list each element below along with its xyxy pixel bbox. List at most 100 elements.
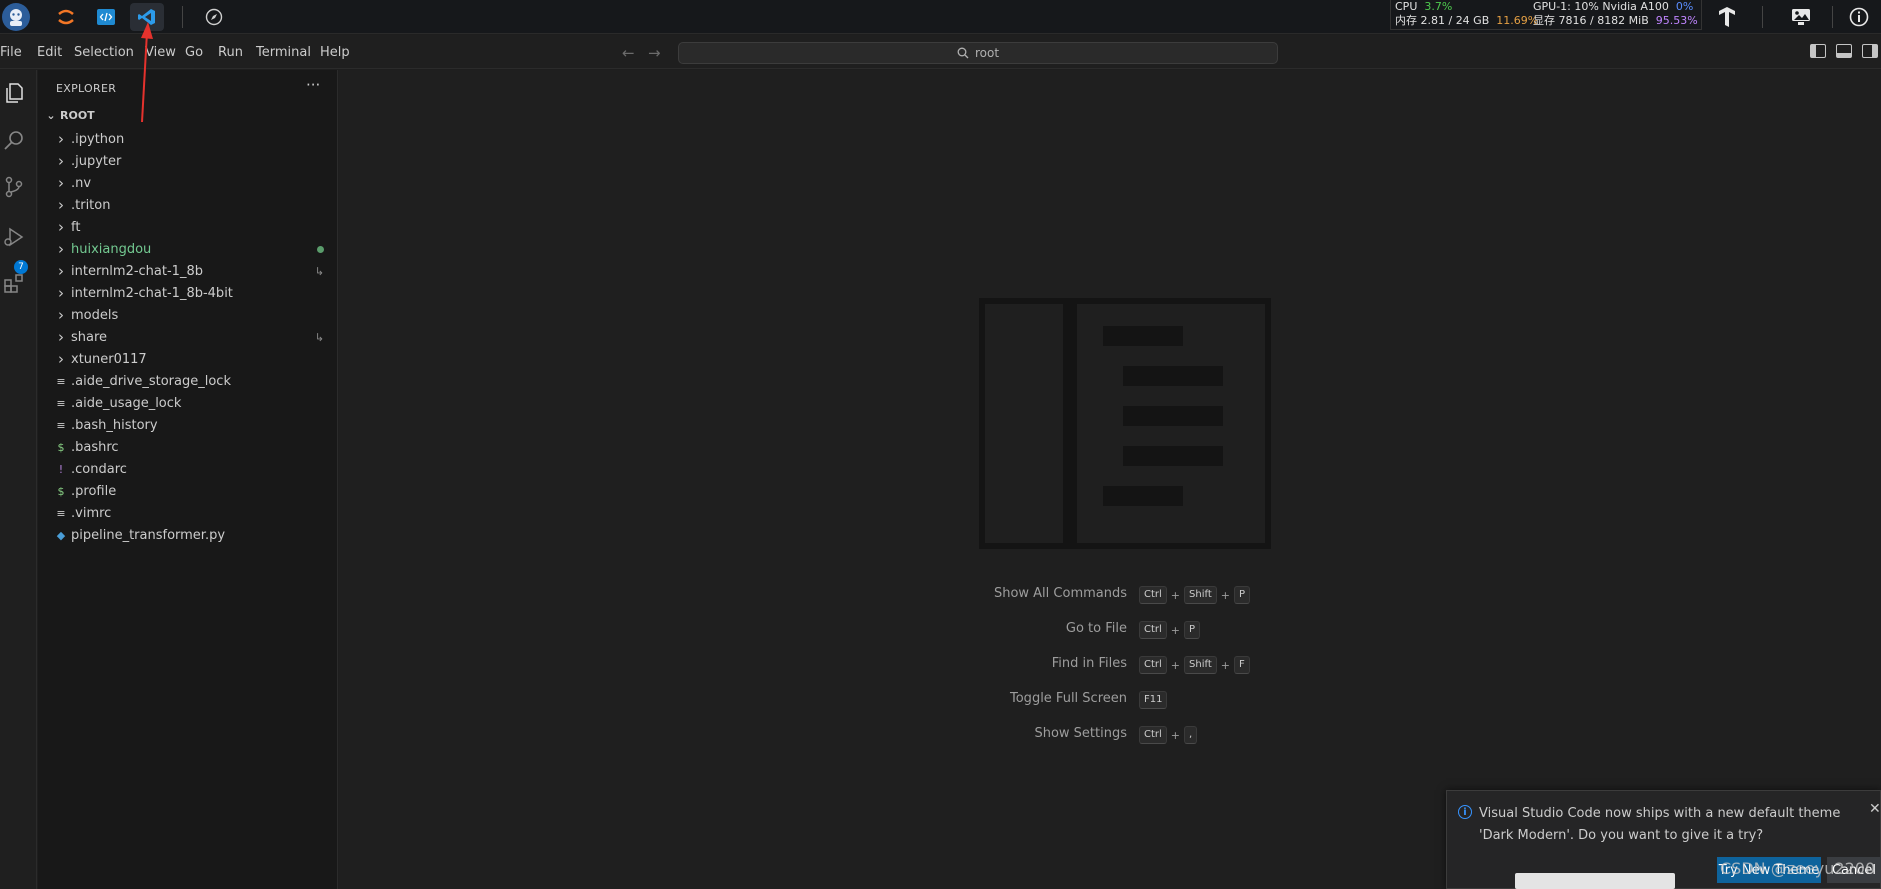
folder-item[interactable]: › .nv [38,172,338,194]
keyboard-key: Ctrl [1139,621,1167,639]
folder-item[interactable]: › internlm2-chat-1_8b-4bit [38,282,338,304]
file-item[interactable]: $ .profile [38,480,338,502]
app-avatar-icon[interactable] [2,3,30,31]
toolbar-separator [182,6,183,28]
file-item[interactable]: ≡ .vimrc [38,502,338,524]
command-center-text: root [974,46,1000,60]
menu-edit[interactable]: Edit [37,45,62,60]
shortcut-label[interactable]: Show All Commands [994,586,1127,601]
file-type-icon: ◆ [56,528,66,542]
file-item[interactable]: ≡ .bash_history [38,414,338,436]
key-separator: + [1220,588,1230,602]
shortcut-label[interactable]: Toggle Full Screen [1010,691,1127,706]
compass-icon[interactable] [200,3,228,31]
tree-item-label: .nv [71,175,92,191]
key-separator: + [1170,588,1181,602]
shortcut-row: Show All Commands Ctrl + Shift + P [339,586,1881,606]
tree-item-label: .condarc [71,461,127,477]
explorer-files-icon[interactable] [0,76,28,110]
menu-help[interactable]: Help [320,45,350,60]
source-control-icon[interactable] [0,170,28,204]
shortcut-label[interactable]: Go to File [1066,621,1127,636]
key-separator: + [1170,658,1181,672]
toggle-panel-icon[interactable] [1836,44,1852,58]
keyboard-key: Ctrl [1139,586,1167,604]
extensions-icon[interactable] [0,267,28,301]
folder-item[interactable]: › internlm2-chat-1_8b ↳ [38,260,338,282]
vscode-icon[interactable] [130,3,164,31]
keyboard-key: F11 [1139,691,1168,709]
folder-item[interactable]: › share ↳ [38,326,338,348]
shortcut-keys: Ctrl +, [1139,726,1198,744]
chevron-right-icon: › [58,152,64,170]
tree-item-label: pipeline_transformer.py [71,527,226,543]
key-separator: + [1220,658,1230,672]
cpu-value: 3.7% [1424,0,1453,13]
tree-item-label: .jupyter [71,153,122,169]
folder-item[interactable]: › models [38,304,338,326]
folder-item[interactable]: › .triton [38,194,338,216]
key-separator: + [1170,728,1181,742]
command-center-search[interactable]: root [678,42,1278,64]
keyboard-key: Ctrl [1139,656,1167,674]
folder-item[interactable]: › xtuner0117 [38,348,338,370]
toggle-primary-sidebar-icon[interactable] [1810,44,1826,58]
toggle-secondary-sidebar-icon[interactable] [1862,44,1878,58]
taskbar-thumbnail [1515,873,1675,889]
menu-run[interactable]: Run [218,45,243,60]
modified-dot-icon [317,245,324,253]
menu-terminal[interactable]: Terminal [256,45,311,60]
monitor-image-icon[interactable] [1788,4,1814,30]
file-item[interactable]: $ .bashrc [38,436,338,458]
chevron-right-icon: › [58,350,64,368]
file-item[interactable]: ◆ pipeline_transformer.py [38,524,338,546]
forward-arrow-icon[interactable]: → [648,44,661,62]
activity-bar: 7 [0,70,37,889]
gpu-value: 0% [1675,0,1694,13]
tree-item-label: .ipython [71,131,125,147]
notification-message: Visual Studio Code now ships with a new … [1479,806,1841,843]
chevron-right-icon: › [58,196,64,214]
toolbar-separator [1762,6,1763,28]
chevron-right-icon: › [58,240,64,258]
tensorflow-icon[interactable] [1714,4,1740,30]
folder-item[interactable]: › .jupyter [38,150,338,172]
search-icon[interactable] [0,123,28,157]
info-icon[interactable] [1846,4,1872,30]
folder-item[interactable]: › .ipython [38,128,338,150]
chevron-right-icon: › [58,130,64,148]
tree-item-label: huixiangdou [71,241,152,257]
back-arrow-icon[interactable]: ← [622,44,635,62]
explorer-title: EXPLORER [56,82,117,95]
shortcut-keys: Ctrl + P [1139,621,1201,639]
mem-label: 内存 2.81 / 24 GB [1395,14,1490,27]
menu-view[interactable]: View [145,45,176,60]
tree-item-label: share [71,329,108,345]
editor-area: Show All Commands Ctrl + Shift + P Go to File C… [339,70,1881,889]
root-folder-header[interactable]: ⌄ ROOT [38,105,338,125]
folder-item[interactable]: › ft [38,216,338,238]
tree-item-label: internlm2-chat-1_8b [71,263,203,279]
file-item[interactable]: ≡ .aide_drive_storage_lock [38,370,338,392]
menu-go[interactable]: Go [185,45,203,60]
tree-item-label: .vimrc [71,505,112,521]
code-editor-icon[interactable] [92,3,120,31]
shortcut-label[interactable]: Show Settings [1034,726,1127,741]
folder-item[interactable]: › huixiangdou [38,238,338,260]
jupyter-icon[interactable] [52,3,80,31]
close-icon[interactable]: ✕ [1869,801,1881,817]
file-type-icon: ≡ [56,506,66,520]
shortcut-keys: Ctrl + Shift + F [1139,656,1250,674]
menu-file[interactable]: File [0,45,22,60]
tree-item-label: ft [71,219,81,235]
run-debug-icon[interactable] [0,220,28,254]
file-type-icon: ≡ [56,374,66,388]
file-item[interactable]: ! .condarc [38,458,338,480]
menu-selection[interactable]: Selection [74,45,134,60]
tree-item-label: .triton [71,197,111,213]
file-item[interactable]: ≡ .aide_usage_lock [38,392,338,414]
shortcut-label[interactable]: Find in Files [1052,656,1127,671]
keyboard-key: Ctrl [1139,726,1167,744]
tree-item-label: .profile [71,483,117,499]
more-actions-icon[interactable]: ··· [306,76,320,94]
